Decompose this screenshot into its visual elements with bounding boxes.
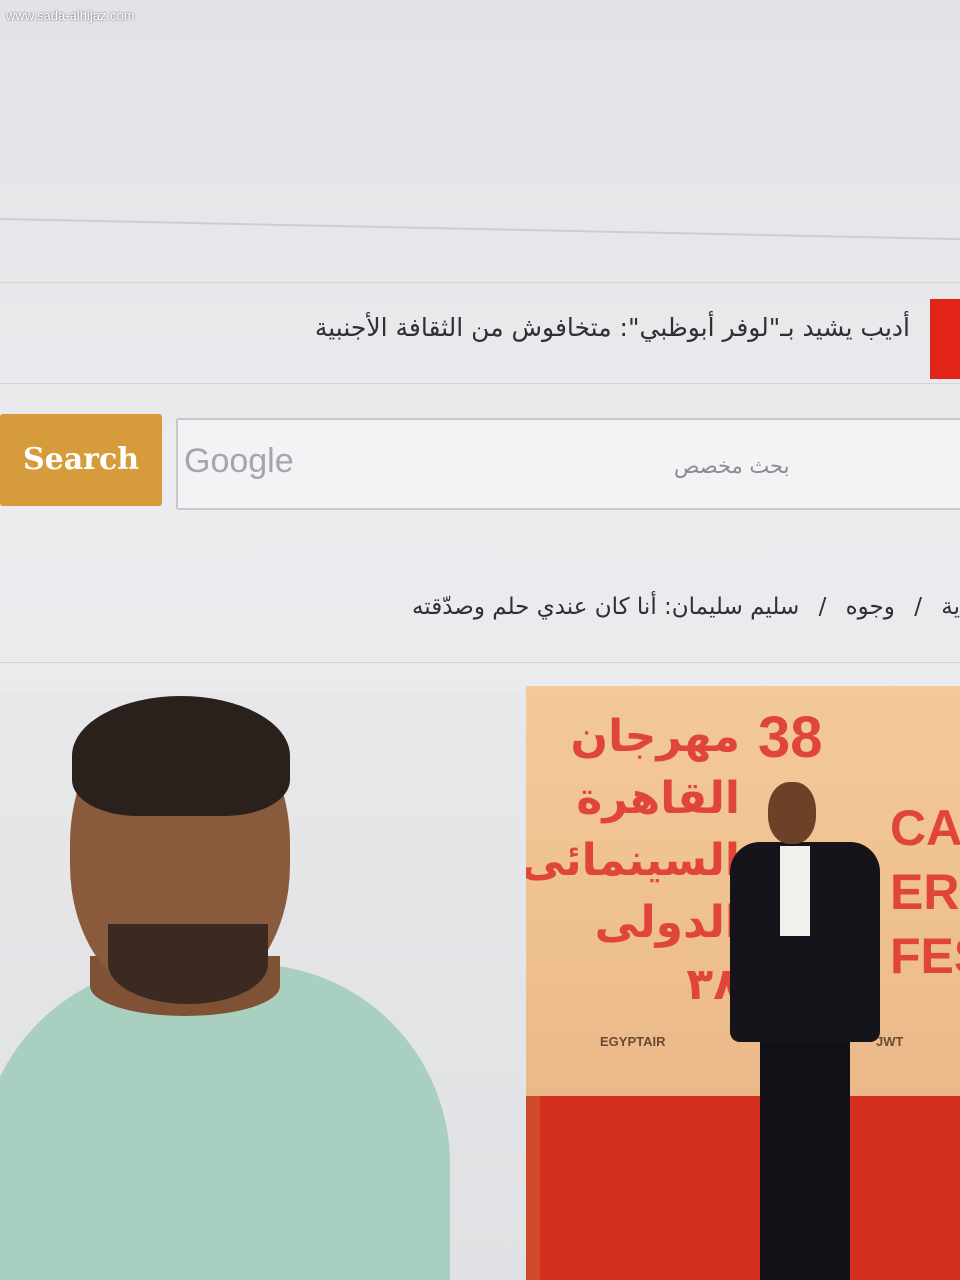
breadcrumb-separator: / — [818, 594, 827, 620]
search-button[interactable]: Search — [0, 414, 162, 506]
photo-person-tuxedo — [730, 782, 880, 1280]
sponsor-logo: JWT — [876, 1034, 904, 1049]
photo-legs — [760, 1032, 850, 1280]
breadcrumb: ية / وجوه / سليم سليمان: أنا كان عندي حل… — [412, 594, 960, 620]
festival-english-title: CAIRO ERNAT FES — [890, 800, 960, 984]
sponsor-logo: EGYPTAIR — [600, 1034, 666, 1049]
festival-edition-number: 38 — [758, 705, 823, 770]
festival-arabic-title: مهرجان القاهرة السينمائى الدولى ٣٨ — [526, 711, 740, 1010]
ticker-badge — [930, 299, 960, 379]
article-photo-portrait[interactable] — [0, 694, 526, 1280]
search-placeholder: بحث مخصص — [674, 454, 790, 478]
photo-face — [768, 782, 816, 844]
photo-hair — [72, 696, 290, 816]
google-logo: Google — [184, 442, 294, 480]
breadcrumb-separator: / — [914, 594, 922, 620]
breadcrumb-item-faces[interactable]: وجوه — [846, 594, 895, 620]
watermark: www.sada-alhijaz.com — [6, 8, 135, 23]
photo-shirt — [780, 846, 810, 936]
search-input[interactable]: Google بحث مخصص — [176, 418, 960, 510]
breadcrumb-item-category[interactable]: ية — [941, 594, 960, 620]
breadcrumb-item-current: سليم سليمان: أنا كان عندي حلم وصدّقته — [411, 594, 800, 620]
article-photo-red-carpet[interactable]: مهرجان القاهرة السينمائى الدولى ٣٨ 38 CA… — [526, 686, 960, 1280]
divider — [0, 662, 960, 663]
divider — [0, 218, 960, 241]
ticker-headline[interactable]: أديب يشيد بـ"لوفر أبوظبي": متخافوش من ال… — [315, 313, 910, 342]
news-ticker[interactable]: أديب يشيد بـ"لوفر أبوظبي": متخافوش من ال… — [0, 282, 960, 384]
page: www.sada-alhijaz.com أديب يشيد بـ"لوفر أ… — [0, 0, 960, 1280]
photo-beard — [108, 924, 268, 1004]
